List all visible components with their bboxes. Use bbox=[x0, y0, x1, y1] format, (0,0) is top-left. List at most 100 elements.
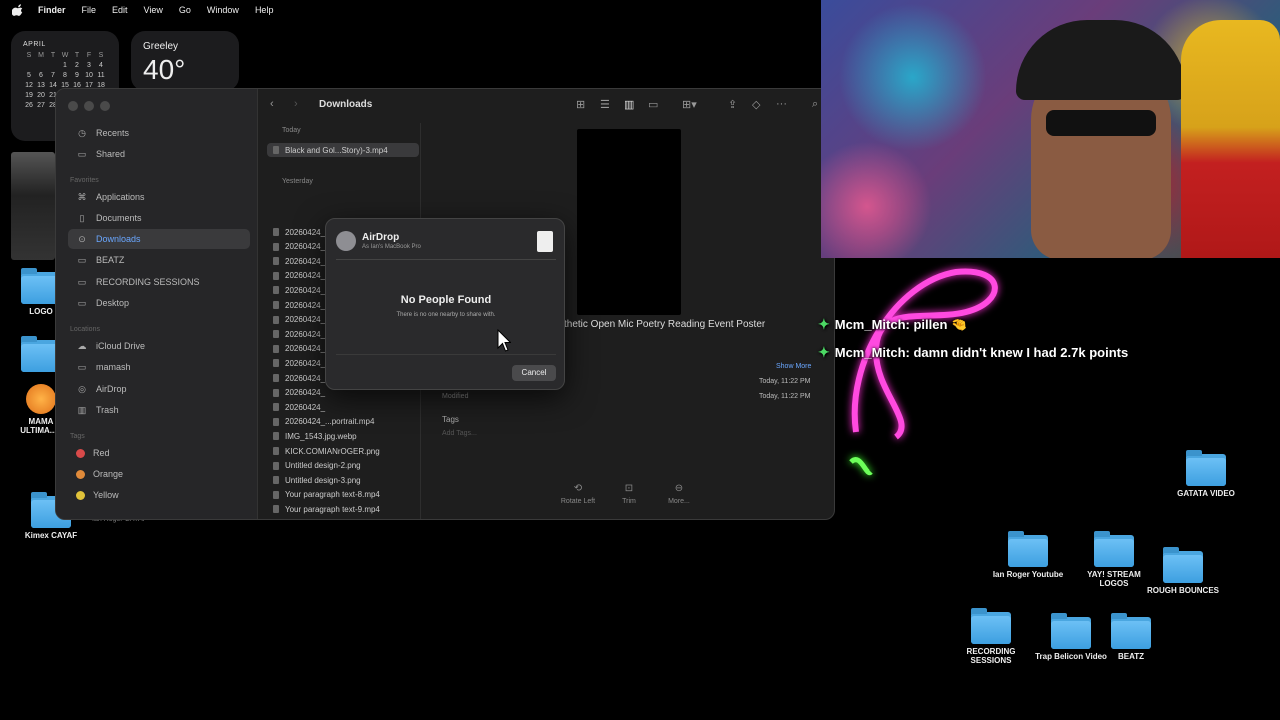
file-row[interactable]: KICK.COMIANrOGER.png bbox=[267, 444, 419, 458]
sidebar-item-tag-red[interactable]: Red bbox=[68, 443, 250, 463]
show-more-link[interactable]: Show More bbox=[776, 363, 811, 370]
file-icon bbox=[273, 286, 279, 295]
file-row[interactable]: IMG_1543.jpg.webp bbox=[267, 429, 419, 443]
file-icon bbox=[273, 374, 279, 382]
sidebar-item-documents[interactable]: ▯ Documents bbox=[68, 208, 250, 228]
video-file-icon bbox=[273, 146, 279, 154]
file-row[interactable]: 20260424_ bbox=[267, 400, 419, 414]
file-name: 20260424_ bbox=[285, 271, 326, 281]
minimize-button[interactable] bbox=[84, 101, 94, 111]
sidebar-item-label: Trash bbox=[96, 405, 119, 415]
gallery-view-icon[interactable]: ▭ bbox=[648, 98, 658, 111]
group-icon[interactable]: ⊞▾ bbox=[682, 98, 697, 111]
file-name: 20260424_ bbox=[285, 388, 326, 398]
close-button[interactable] bbox=[68, 101, 78, 111]
weekday: T bbox=[74, 52, 80, 59]
sidebar-item-trash[interactable]: ▥ Trash bbox=[68, 400, 250, 420]
action-label: More... bbox=[668, 498, 690, 505]
divider bbox=[336, 259, 556, 260]
calendar-day: 5 bbox=[27, 72, 31, 79]
menu-go[interactable]: Go bbox=[179, 5, 191, 15]
file-icon bbox=[273, 228, 279, 236]
search-icon[interactable]: ⌕ bbox=[812, 98, 818, 111]
apple-menu-icon[interactable] bbox=[12, 4, 24, 16]
calendar-day: 4 bbox=[99, 62, 103, 69]
menu-view[interactable]: View bbox=[144, 5, 163, 15]
file-name: 20260424_ bbox=[285, 329, 326, 339]
more-icon[interactable]: ··· bbox=[776, 98, 787, 110]
file-row[interactable]: Black and Gol...Story)-3.mp4 bbox=[267, 143, 419, 157]
weather-city: Greeley bbox=[143, 41, 179, 52]
avatar bbox=[336, 231, 356, 251]
file-row[interactable]: 20260424_...portrait.mp4 bbox=[267, 415, 419, 429]
sidebar-item-recents[interactable]: ◷ Recents bbox=[68, 123, 250, 143]
share-icon[interactable]: ⇪ bbox=[728, 98, 737, 111]
file-name: 20260424_ bbox=[285, 256, 326, 266]
sidebar-item-downloads[interactable]: ⊙ Downloads bbox=[68, 229, 250, 249]
chat-text: Mcm_Mitch: pillen 🤏 bbox=[834, 316, 968, 332]
file-row[interactable]: Your paragraph text-10.mp4 bbox=[267, 517, 419, 519]
file-name: Your paragraph text-8.mp4 bbox=[285, 490, 380, 500]
tag-icon[interactable]: ◇ bbox=[752, 98, 760, 111]
desktop-folder-rough-bounces[interactable]: ROUGH BOUNCES bbox=[1146, 547, 1220, 595]
sidebar-item-mamash[interactable]: ▭ mamash bbox=[68, 357, 250, 377]
sidebar-item-airdrop[interactable]: ◎ AirDrop bbox=[68, 379, 250, 399]
file-row[interactable]: Your paragraph text-8.mp4 bbox=[267, 488, 419, 502]
calendar-day: 1 bbox=[63, 62, 67, 69]
sidebar-item-applications[interactable]: ⌘ Applications bbox=[68, 187, 250, 207]
more-button[interactable]: ⊖ More... bbox=[654, 483, 704, 505]
menu-finder[interactable]: Finder bbox=[38, 5, 66, 15]
menu-window[interactable]: Window bbox=[207, 5, 239, 15]
desktop-thumbnail[interactable] bbox=[11, 152, 55, 260]
yellow-tag-icon bbox=[76, 490, 85, 500]
trim-button[interactable]: ⊡ Trim bbox=[604, 483, 654, 505]
column-view-icon[interactable]: ▥ bbox=[624, 98, 634, 111]
sidebar-item-label: Documents bbox=[96, 213, 142, 223]
file-row[interactable]: Untitled design-2.png bbox=[267, 459, 419, 473]
sidebar-section-favorites: Favorites bbox=[70, 177, 99, 184]
forward-button[interactable]: › bbox=[294, 98, 298, 110]
chat-text: Mcm_Mitch: damn didn't knew I had 2.7k p… bbox=[834, 345, 1129, 360]
created-value: Today, 11:22 PM bbox=[759, 378, 811, 385]
icon-view-icon[interactable]: ⊞ bbox=[576, 98, 585, 111]
list-view-icon[interactable]: ☰ bbox=[600, 98, 610, 111]
desktop-icon-label: RECORDING SESSIONS bbox=[966, 647, 1016, 665]
file-name: KICK.COMIANrOGER.png bbox=[285, 446, 380, 456]
weekday: W bbox=[61, 52, 69, 59]
file-name: Untitled design-3.png bbox=[285, 475, 361, 485]
calendar-day: 20 bbox=[37, 92, 45, 99]
file-icon bbox=[273, 432, 279, 441]
sidebar-item-desktop[interactable]: ▭ Desktop bbox=[68, 293, 250, 313]
file-icon bbox=[273, 271, 279, 280]
sidebar-item-tag-orange[interactable]: Orange bbox=[68, 464, 250, 484]
sidebar-item-shared[interactable]: ▭ Shared bbox=[68, 144, 250, 164]
file-row[interactable]: Your paragraph text-9.mp4 bbox=[267, 502, 419, 516]
trash-icon: ▥ bbox=[77, 405, 87, 415]
sidebar-item-recording-sessions[interactable]: ▭ RECORDING SESSIONS bbox=[68, 272, 250, 292]
weekday: M bbox=[38, 52, 44, 59]
desktop-folder-ian-roger-youtube[interactable]: Ian Roger Youtube bbox=[991, 531, 1065, 579]
sidebar-item-beatz[interactable]: ▭ BEATZ bbox=[68, 250, 250, 270]
file-name: 20260424_ bbox=[285, 300, 326, 310]
sparkle-icon: ✦ bbox=[818, 316, 830, 332]
calendar-day: 26 bbox=[25, 102, 33, 109]
menu-file[interactable]: File bbox=[82, 5, 97, 15]
calendar-day: 27 bbox=[37, 102, 45, 109]
sidebar-item-tag-yellow[interactable]: Yellow bbox=[68, 485, 250, 505]
menu-help[interactable]: Help bbox=[255, 5, 274, 15]
rotate-left-button[interactable]: ⟲ Rotate Left bbox=[553, 483, 603, 505]
back-button[interactable]: ‹ bbox=[270, 98, 274, 110]
desktop-folder-recording-sessions[interactable]: RECORDING SESSIONS bbox=[954, 608, 1028, 665]
zoom-button[interactable] bbox=[100, 101, 110, 111]
cancel-button[interactable]: Cancel bbox=[512, 365, 556, 381]
menu-edit[interactable]: Edit bbox=[112, 5, 128, 15]
add-tags-field[interactable]: Add Tags... bbox=[442, 430, 477, 437]
sidebar-item-icloud[interactable]: ☁ iCloud Drive bbox=[68, 336, 250, 356]
file-row[interactable]: Untitled design-3.png bbox=[267, 473, 419, 487]
desktop-folder-yay-stream-logos[interactable]: YAY! STREAM LOGOS bbox=[1077, 531, 1151, 588]
weather-widget[interactable]: Greeley 40° bbox=[131, 31, 239, 91]
desktop-folder-beatz[interactable]: BEATZ bbox=[1094, 613, 1168, 661]
calendar-day: 6 bbox=[39, 72, 43, 79]
desktop-folder-gatata-video[interactable]: GATATA VIDEO bbox=[1169, 450, 1243, 498]
file-name: 20260424_...portrait.mp4 bbox=[285, 417, 375, 427]
